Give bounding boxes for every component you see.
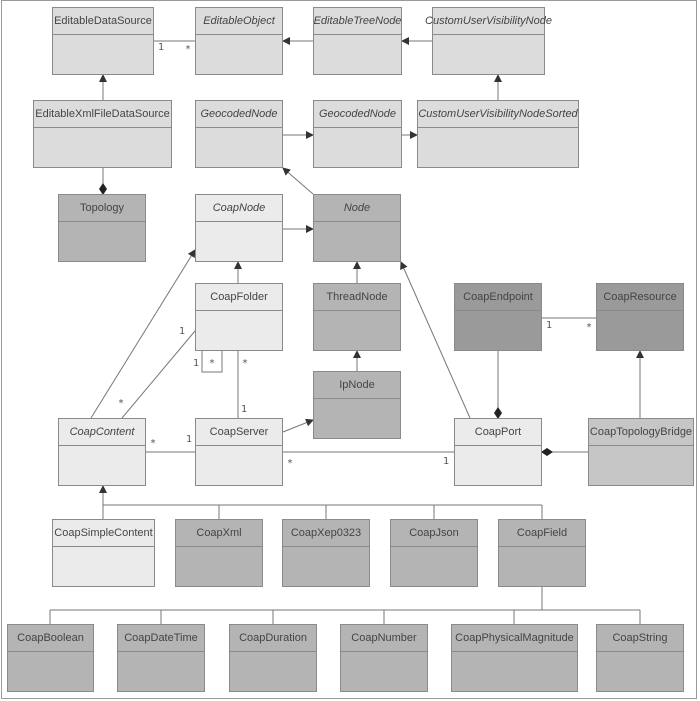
class-box-ipnode: IpNode (313, 371, 401, 439)
class-box-editabledatasource: EditableDataSource (52, 7, 154, 75)
multiplicity: 1 (158, 42, 165, 53)
multiplicity: 1 (443, 456, 450, 467)
multiplicity: 1 (193, 358, 200, 369)
class-box-coapdatetime: CoapDateTime (117, 624, 205, 692)
multiplicity: 1 (241, 404, 248, 415)
class-name: CoapResource (597, 284, 683, 311)
class-name: CoapField (499, 520, 585, 547)
class-box-coapjson: CoapJson (390, 519, 478, 587)
class-name: GeocodedNode (314, 101, 401, 128)
class-box-coapserver: CoapServer (195, 418, 283, 486)
class-box-coapxml: CoapXml (175, 519, 263, 587)
class-name: EditableDataSource (53, 8, 153, 35)
multiplicity: 1 (179, 326, 186, 337)
class-box-topology: Topology (58, 194, 146, 262)
class-box-coapcontent: CoapContent (58, 418, 146, 486)
assoc-folder-content (121, 330, 196, 419)
multiplicity: * (209, 358, 216, 369)
class-name: CoapXep0323 (283, 520, 369, 547)
class-box-coaptopologybridge: CoapTopologyBridge (588, 418, 694, 486)
class-name: CoapJson (391, 520, 477, 547)
class-name: CoapEndpoint (455, 284, 541, 311)
class-name: CoapNode (196, 195, 282, 222)
class-name: CoapPort (455, 419, 541, 446)
class-box-coapfield: CoapField (498, 519, 586, 587)
class-name: GeocodedNode (196, 101, 282, 128)
class-box-geocodednode: GeocodedNode (195, 100, 283, 168)
class-box-coapboolean: CoapBoolean (7, 624, 94, 692)
class-box-coapendpoint: CoapEndpoint (454, 283, 542, 351)
class-box-coapstring: CoapString (596, 624, 684, 692)
class-box-coapport: CoapPort (454, 418, 542, 486)
class-name: IpNode (314, 372, 400, 399)
inherit-node-geo (282, 167, 314, 195)
multiplicity: 1 (546, 320, 553, 331)
class-box-threadnode: ThreadNode (313, 283, 401, 351)
class-name: CoapString (597, 625, 683, 652)
inherit-server-ip (282, 418, 314, 433)
class-name: Node (314, 195, 400, 222)
class-name: CustomUserVisibilityNodeSorted (418, 101, 578, 128)
multiplicity: * (118, 398, 125, 409)
class-box-customuservisibilitynodesorted: CustomUserVisibilityNodeSorted (417, 100, 579, 168)
multiplicity: * (242, 358, 249, 369)
class-name: CoapPhysicalMagnitude (452, 625, 577, 652)
uml-class-diagram: EditableDataSource EditableObject Editable… (0, 0, 700, 701)
class-box-coapnumber: CoapNumber (340, 624, 428, 692)
class-box-node: Node (313, 194, 401, 262)
class-name: CoapBoolean (8, 625, 93, 652)
class-name: CoapXml (176, 520, 262, 547)
class-name: EditableObject (196, 8, 282, 35)
class-name: CoapServer (196, 419, 282, 446)
class-name: CustomUserVisibilityNode (425, 8, 552, 35)
class-box-coapduration: CoapDuration (229, 624, 317, 692)
multiplicity: 1 (186, 434, 193, 445)
multiplicity: * (586, 322, 593, 333)
class-name: CoapContent (59, 419, 145, 446)
class-name: EditableTreeNode (314, 8, 401, 35)
class-name: CoapTopologyBridge (589, 419, 693, 446)
class-box-editableobject: EditableObject (195, 7, 283, 75)
class-name: CoapFolder (196, 284, 282, 311)
class-name: Topology (59, 195, 145, 222)
multiplicity: * (150, 438, 157, 449)
class-name: ThreadNode (314, 284, 400, 311)
class-box-coapnode: CoapNode (195, 194, 283, 262)
class-name: CoapSimpleContent (53, 520, 154, 547)
class-name: EditableXmlFileDataSource (34, 101, 171, 128)
class-box-coapsimplecontent: CoapSimpleContent (52, 519, 155, 587)
multiplicity: * (185, 44, 192, 55)
class-box-geocodednode: GeocodedNode (313, 100, 402, 168)
class-box-coapfolder: CoapFolder (195, 283, 283, 351)
class-name: CoapNumber (341, 625, 427, 652)
class-box-editabletreenode: EditableTreeNode (313, 7, 402, 75)
class-box-coapphysicalmagnitude: CoapPhysicalMagnitude (451, 624, 578, 692)
class-name: CoapDuration (230, 625, 316, 652)
multiplicity: * (287, 458, 294, 469)
class-box-editablexmlfiledatasource: EditableXmlFileDataSource (33, 100, 172, 168)
class-box-customuservisibilitynode: CustomUserVisibilityNode (425, 7, 552, 75)
class-name: CoapDateTime (118, 625, 204, 652)
class-box-coapresource: CoapResource (596, 283, 684, 351)
class-box-coapxep0323: CoapXep0323 (282, 519, 370, 587)
